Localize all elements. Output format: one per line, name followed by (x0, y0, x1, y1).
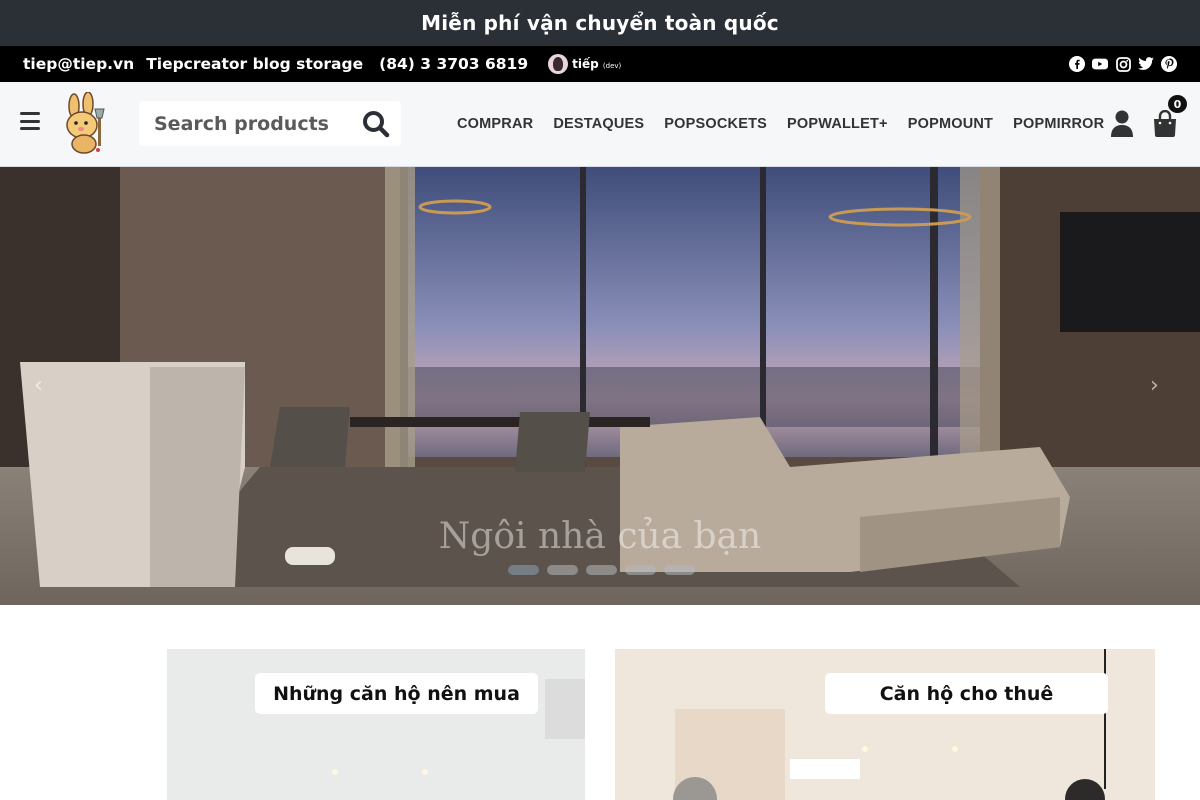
main-nav: COMPRAR DESTAQUES POPSOCKETS POPWALLET+ … (0, 82, 1200, 167)
hero-caption: Ngôi nhà của bạn (438, 516, 762, 557)
search-input[interactable] (154, 112, 354, 135)
tiep-logo[interactable]: tiếp (dev) (548, 54, 621, 74)
search-icon[interactable] (362, 110, 390, 138)
logo-text: tiếp (572, 57, 599, 71)
slider-dots (508, 565, 695, 575)
cart-count-badge: 0 (1168, 95, 1187, 113)
slider-dot-2[interactable] (547, 565, 578, 575)
main-menu: COMPRAR DESTAQUES POPSOCKETS POPWALLET+ … (447, 82, 1114, 166)
facebook-icon[interactable] (1069, 56, 1085, 72)
email-link[interactable]: tiep@tiep.vn (23, 55, 134, 73)
youtube-icon[interactable] (1092, 56, 1108, 72)
brand-logo[interactable] (58, 91, 114, 156)
avatar (548, 54, 569, 74)
shopping-bag-icon[interactable] (1153, 109, 1177, 137)
pinterest-icon[interactable] (1161, 56, 1177, 72)
search-box (139, 101, 401, 146)
promo-bar: Miễn phí vận chuyển toàn quốc (0, 0, 1200, 46)
twitter-icon[interactable] (1138, 56, 1154, 72)
menu-item-popwallet[interactable]: POPWALLET+ (777, 116, 898, 132)
card-image-buy (45, 649, 585, 800)
slider-dot-1[interactable] (508, 565, 539, 575)
menu-item-comprar[interactable]: COMPRAR (447, 116, 543, 132)
slider-dot-3[interactable] (586, 565, 617, 575)
hamburger-menu-icon[interactable] (20, 112, 40, 130)
logo-sub: (dev) (602, 62, 622, 70)
category-card-apartments-rent[interactable]: Căn hộ cho thuê (615, 649, 1155, 800)
hero-slider[interactable]: Ngôi nhà của bạn ‹ › (0, 167, 1200, 605)
user-account-icon[interactable] (1110, 110, 1134, 137)
slider-next-arrow-icon[interactable]: › (1150, 373, 1170, 398)
social-links (1069, 56, 1177, 72)
slider-dot-5[interactable] (664, 565, 695, 575)
phone-link[interactable]: (84) 3 3703 6819 (379, 55, 528, 73)
promo-text: Miễn phí vận chuyển toàn quốc (421, 11, 779, 35)
menu-item-destaques[interactable]: DESTAQUES (543, 116, 654, 132)
menu-item-popmirror[interactable]: POPMIRROR (1003, 116, 1114, 132)
instagram-icon[interactable] (1115, 56, 1131, 72)
slider-dot-4[interactable] (625, 565, 656, 575)
category-label-rent: Căn hộ cho thuê (825, 673, 1108, 714)
card-image-rent (615, 649, 1155, 800)
slider-prev-arrow-icon[interactable]: ‹ (34, 373, 54, 398)
blog-link[interactable]: Tiepcreator blog storage (146, 55, 363, 73)
contact-bar: tiep@tiep.vn Tiepcreator blog storage (8… (0, 46, 1200, 82)
menu-item-popsockets[interactable]: POPSOCKETS (654, 116, 777, 132)
category-section: Những căn hộ nên mua Căn hộ cho thuê (0, 605, 1200, 800)
category-card-apartments-buy[interactable]: Những căn hộ nên mua (45, 649, 585, 800)
menu-item-popmount[interactable]: POPMOUNT (898, 116, 1003, 132)
category-label-buy: Những căn hộ nên mua (255, 673, 538, 714)
